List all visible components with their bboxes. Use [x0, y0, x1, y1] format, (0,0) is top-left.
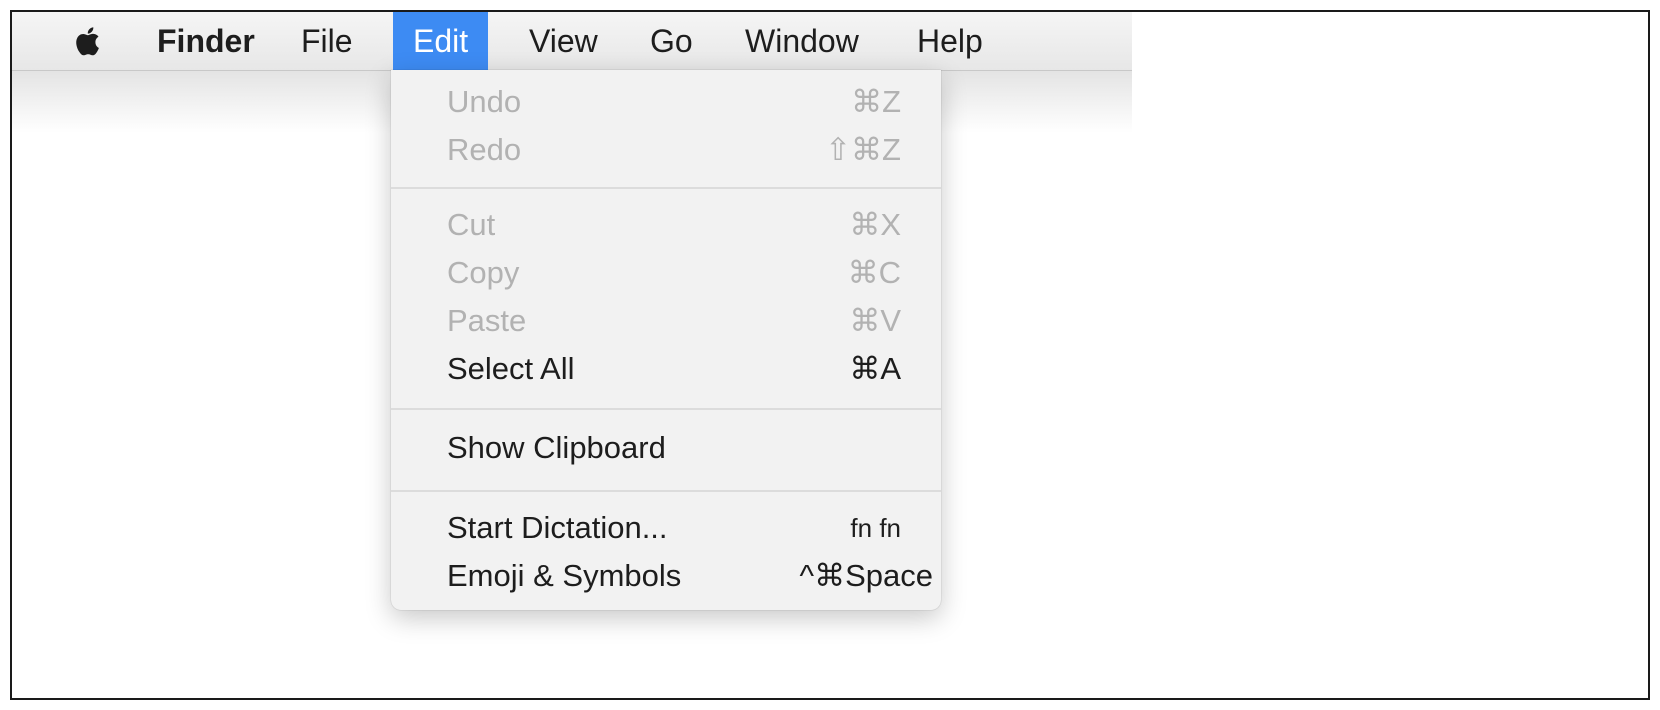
menu-item-shortcut: ⌘C	[847, 255, 901, 290]
menu-item-emoji-symbols[interactable]: Emoji & Symbols ^⌘Space	[391, 552, 941, 600]
menu-separator	[391, 490, 941, 492]
menu-separator	[391, 408, 941, 410]
menu-item-label: Undo	[447, 84, 522, 119]
menu-file[interactable]: File	[301, 12, 353, 70]
menu-bar: Finder File Edit View Go Window Help	[12, 12, 1132, 71]
menu-item-label: Start Dictation...	[447, 510, 668, 545]
menu-item-label: Emoji & Symbols	[447, 558, 682, 593]
menu-item-select-all[interactable]: Select All ⌘A	[391, 345, 941, 393]
menu-item-shortcut: ⌘Z	[851, 84, 901, 119]
menu-item-shortcut: ⇧⌘Z	[825, 132, 901, 167]
menu-item-copy[interactable]: Copy ⌘C	[391, 249, 941, 297]
menu-item-show-clipboard[interactable]: Show Clipboard	[391, 424, 941, 472]
menu-item-undo[interactable]: Undo ⌘Z	[391, 78, 941, 126]
menu-item-label: Redo	[447, 132, 522, 167]
menu-item-shortcut: ⌘V	[849, 303, 901, 338]
menu-item-label: Paste	[447, 303, 527, 338]
menu-edit[interactable]: Edit	[393, 12, 489, 70]
menu-item-shortcut: ^⌘Space	[799, 558, 933, 593]
menu-separator	[391, 187, 941, 189]
menu-go[interactable]: Go	[650, 12, 693, 70]
menu-item-label: Cut	[447, 207, 496, 242]
menu-item-paste[interactable]: Paste ⌘V	[391, 297, 941, 345]
menu-item-label: Copy	[447, 255, 520, 290]
menu-window[interactable]: Window	[745, 12, 859, 70]
screenshot-frame: Finder File Edit View Go Window Help Und…	[10, 10, 1650, 700]
apple-icon[interactable]	[74, 26, 100, 56]
menu-help[interactable]: Help	[917, 12, 983, 70]
menu-item-cut[interactable]: Cut ⌘X	[391, 201, 941, 249]
menu-item-shortcut: fn fn	[850, 513, 901, 543]
menu-item-shortcut: ⌘A	[849, 351, 901, 386]
menu-item-label: Show Clipboard	[447, 430, 666, 465]
menu-item-start-dictation[interactable]: Start Dictation... fn fn	[391, 504, 941, 552]
menu-view[interactable]: View	[529, 12, 598, 70]
edit-menu-dropdown: Undo ⌘Z Redo ⇧⌘Z Cut ⌘X Copy ⌘C Paste ⌘V…	[391, 70, 941, 610]
menu-item-shortcut: ⌘X	[849, 207, 901, 242]
menu-item-label: Select All	[447, 351, 575, 386]
menu-finder[interactable]: Finder	[157, 12, 255, 70]
menu-item-redo[interactable]: Redo ⇧⌘Z	[391, 126, 941, 174]
